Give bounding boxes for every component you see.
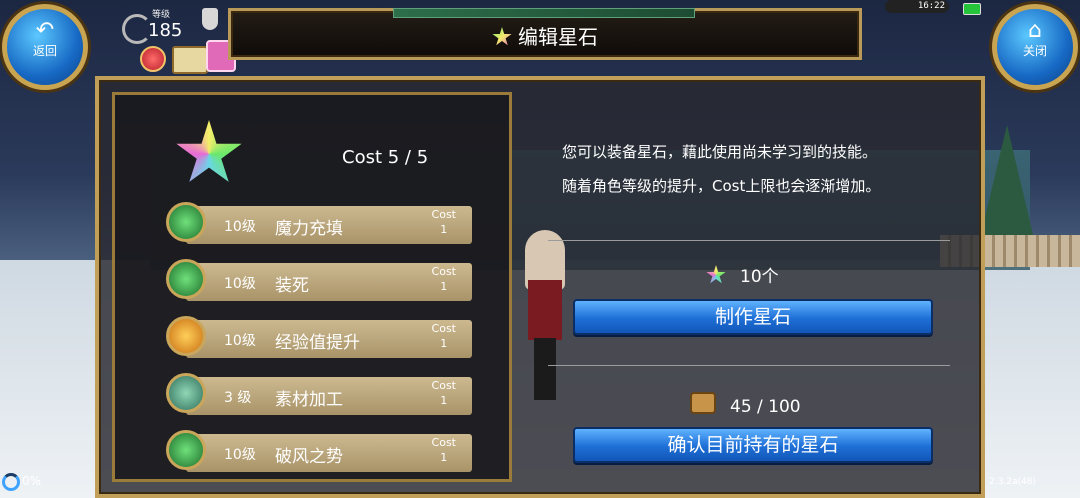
- stone-count: 10个: [706, 262, 779, 287]
- skill-cost: Cost 1: [431, 265, 456, 293]
- magic-charge-icon: [166, 202, 206, 242]
- divider: [548, 240, 950, 241]
- description-line: 随着角色等级的提升，Cost上限也会逐渐增加。: [562, 177, 881, 195]
- exp-up-icon: [166, 316, 206, 356]
- skill-row[interactable]: 10级 魔力充填 Cost 1: [166, 202, 472, 246]
- title-bar: 编辑星石: [228, 8, 862, 60]
- loading-ring-icon: [2, 473, 20, 491]
- star-stone-icon: [492, 27, 512, 46]
- skill-level: 10级: [224, 333, 256, 349]
- back-button[interactable]: ↶ 返回: [2, 4, 88, 90]
- divider: [548, 365, 950, 366]
- make-star-stone-button[interactable]: 制作星石: [573, 299, 933, 335]
- loading-indicator: 0%: [2, 473, 41, 491]
- skill-row[interactable]: 10级 破风之势 Cost 1: [166, 430, 472, 474]
- bag-icon: [690, 392, 716, 414]
- player-info: 等级 185: [118, 4, 236, 74]
- level-label: 等级: [152, 10, 171, 20]
- confirm-owned-stones-button[interactable]: 确认目前持有的星石: [573, 427, 933, 463]
- level-value: 185: [148, 20, 183, 41]
- skill-name: 魔力充填: [275, 219, 343, 239]
- skill-cost: Cost 1: [431, 379, 456, 407]
- skill-level: 10级: [224, 276, 256, 292]
- star-stone-icon: [706, 265, 726, 284]
- inventory-count: 45 / 100: [690, 392, 801, 417]
- wind-break-icon: [166, 430, 206, 470]
- medal-icon[interactable]: [140, 46, 166, 72]
- play-dead-icon: [166, 259, 206, 299]
- cost-total: Cost 5 / 5: [342, 147, 429, 168]
- skill-level: 3 级: [224, 390, 252, 406]
- back-arrow-icon: ↶: [35, 18, 55, 43]
- skill-name: 破风之势: [275, 447, 343, 467]
- skill-cost: Cost 1: [431, 436, 456, 464]
- close-button-label: 关闭: [1022, 44, 1047, 58]
- skill-row[interactable]: 10级 经验值提升 Cost 1: [166, 316, 472, 360]
- description-line: 您可以装备星石，藉此使用尚未学习到的技能。: [562, 143, 878, 161]
- id-card-icon[interactable]: [172, 46, 208, 74]
- top-gauge: [393, 8, 695, 18]
- skill-cost: Cost 1: [431, 208, 456, 236]
- skill-row[interactable]: 10级 装死 Cost 1: [166, 259, 472, 303]
- skill-name: 经验值提升: [275, 333, 360, 353]
- clock: 16:22: [885, 0, 949, 13]
- skill-name: 装死: [275, 276, 309, 296]
- skill-level: 10级: [224, 219, 256, 235]
- material-craft-icon: [166, 373, 206, 413]
- version-label: 2.3.2a(48): [989, 477, 1036, 487]
- battery-icon: [963, 3, 981, 15]
- back-button-label: 返回: [32, 44, 57, 58]
- close-button[interactable]: ⌂ 关闭: [992, 4, 1078, 90]
- potion-icon[interactable]: [202, 8, 218, 30]
- skill-row[interactable]: 3 级 素材加工 Cost 1: [166, 373, 472, 417]
- skill-name: 素材加工: [275, 390, 343, 410]
- home-icon: ⌂: [1028, 18, 1042, 43]
- player-character: [520, 210, 570, 400]
- skill-cost: Cost 1: [431, 322, 456, 350]
- skill-level: 10级: [224, 447, 256, 463]
- description: 您可以装备星石，藉此使用尚未学习到的技能。 随着角色等级的提升，Cost上限也会…: [562, 138, 962, 200]
- page-title: 编辑星石: [518, 25, 598, 49]
